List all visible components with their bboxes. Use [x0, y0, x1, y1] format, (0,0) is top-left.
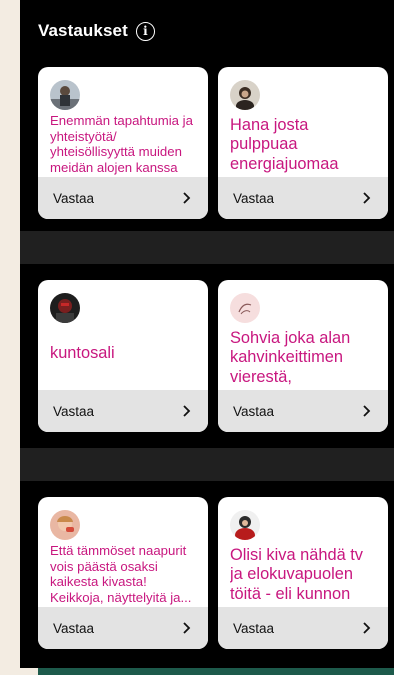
- chevron-right-icon: [363, 192, 371, 204]
- reply-label: Vastaa: [233, 620, 275, 636]
- reply-button[interactable]: Vastaa: [38, 390, 208, 432]
- response-card[interactable]: kuntosali Vastaa: [38, 280, 208, 432]
- avatar: [230, 293, 260, 323]
- reply-button[interactable]: Vastaa: [218, 177, 388, 219]
- avatar: [50, 80, 80, 110]
- card-content: Enemmän tapahtumia ja yhteistyötä/ yhtei…: [38, 67, 208, 177]
- response-text: Hana josta pulppuaa energiajuomaa: [230, 116, 339, 173]
- response-text: Enemmän tapahtumia ja yhteistyötä/ yhtei…: [50, 113, 193, 175]
- bottom-bar: [38, 668, 394, 675]
- chevron-right-icon: [183, 192, 191, 204]
- reply-button[interactable]: Vastaa: [38, 177, 208, 219]
- chevron-right-icon: [363, 405, 371, 417]
- response-card[interactable]: Sohvia joka alan kahvinkeittimen vierest…: [218, 280, 388, 432]
- card-content: Hana josta pulppuaa energiajuomaa: [218, 67, 388, 177]
- info-icon[interactable]: i: [135, 21, 155, 41]
- response-card[interactable]: Että tämmöset naapurit vois päästä osaks…: [38, 497, 208, 649]
- card-content: kuntosali: [38, 280, 208, 390]
- card-content: Olisi kiva nähdä tv ja elokuvapuolen töi…: [218, 497, 388, 607]
- response-text: Että tämmöset naapurit vois päästä osaks…: [50, 543, 192, 605]
- response-card[interactable]: Enemmän tapahtumia ja yhteistyötä/ yhtei…: [38, 67, 208, 219]
- response-text: kuntosali: [50, 344, 115, 362]
- reply-label: Vastaa: [233, 403, 275, 419]
- response-text: Olisi kiva nähdä tv ja elokuvapuolen töi…: [230, 546, 364, 603]
- chevron-right-icon: [363, 622, 371, 634]
- response-card[interactable]: Hana josta pulppuaa energiajuomaa Vastaa: [218, 67, 388, 219]
- avatar: [230, 80, 260, 110]
- reply-button[interactable]: Vastaa: [218, 607, 388, 649]
- reply-label: Vastaa: [53, 403, 95, 419]
- card-content: Sohvia joka alan kahvinkeittimen vierest…: [218, 280, 388, 390]
- avatar: [50, 510, 80, 540]
- reply-label: Vastaa: [53, 190, 95, 206]
- response-text: Sohvia joka alan kahvinkeittimen vierest…: [230, 329, 351, 386]
- reply-label: Vastaa: [233, 190, 275, 206]
- reply-button[interactable]: Vastaa: [218, 390, 388, 432]
- chevron-right-icon: [183, 622, 191, 634]
- reply-button[interactable]: Vastaa: [38, 607, 208, 649]
- card-content: Että tämmöset naapurit vois päästä osaks…: [38, 497, 208, 607]
- section-divider: [20, 448, 394, 481]
- chevron-right-icon: [183, 405, 191, 417]
- avatar: [50, 293, 80, 323]
- section-divider: [20, 231, 394, 264]
- page-title: Vastaukset: [38, 21, 128, 40]
- reply-label: Vastaa: [53, 620, 95, 636]
- avatar: [230, 510, 260, 540]
- responses-screen: Vastaukset i Enemmän tapahtumia ja yhtei…: [20, 0, 394, 668]
- response-card[interactable]: Olisi kiva nähdä tv ja elokuvapuolen töi…: [218, 497, 388, 649]
- header: Vastaukset i: [38, 21, 155, 41]
